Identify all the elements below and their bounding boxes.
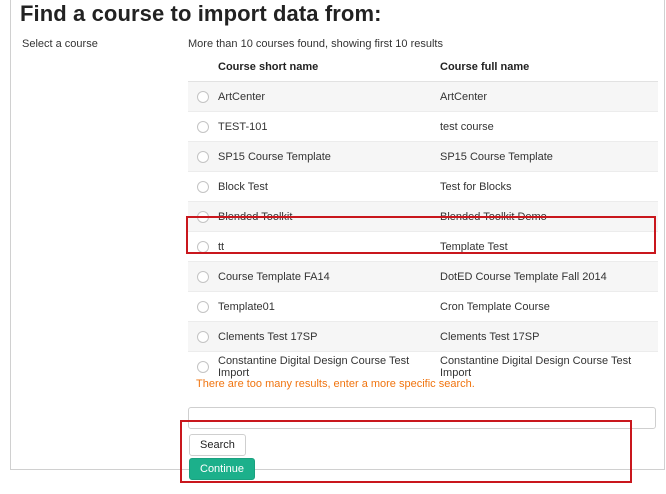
continue-button[interactable]: Continue <box>189 458 256 480</box>
course-radio-button[interactable] <box>197 360 209 373</box>
course-short-name: Template01 <box>218 291 440 322</box>
page-title: Find a course to import data from: <box>20 1 382 26</box>
course-short-name: ArtCenter <box>218 81 440 112</box>
course-radio-button[interactable] <box>197 240 209 253</box>
course-radio-button[interactable] <box>197 180 209 193</box>
course-full-name: DotED Course Template Fall 2014 <box>440 261 658 292</box>
course-short-name: Block Test <box>218 171 440 202</box>
course-full-name: test course <box>440 111 658 142</box>
search-button[interactable]: Search <box>189 434 246 456</box>
course-search-input[interactable] <box>188 407 656 429</box>
course-short-name: tt <box>218 231 440 262</box>
course-full-name: Clements Test 17SP <box>440 321 658 352</box>
course-full-name: Cron Template Course <box>440 291 658 322</box>
course-radio-button[interactable] <box>197 330 209 343</box>
course-full-name: Constantine Digital Design Course Test I… <box>440 351 658 381</box>
table-row[interactable]: Template01 Cron Template Course <box>188 291 658 322</box>
course-full-name: SP15 Course Template <box>440 141 658 172</box>
table-row[interactable]: Block Test Test for Blocks <box>188 171 658 202</box>
table-row[interactable]: ArtCenter ArtCenter <box>188 81 658 112</box>
table-row[interactable]: Constantine Digital Design Course Test I… <box>188 351 658 381</box>
course-short-name: TEST-101 <box>218 111 440 142</box>
course-radio-button[interactable] <box>197 210 209 223</box>
course-short-name: Constantine Digital Design Course Test I… <box>218 351 440 381</box>
table-row[interactable]: Blended Toolkit Blended Toolkit Demo <box>188 201 658 232</box>
course-radio-button[interactable] <box>197 270 209 283</box>
short-name-column-header: Course short name <box>218 52 440 82</box>
table-row[interactable]: SP15 Course Template SP15 Course Templat… <box>188 141 658 172</box>
course-results-table: Course short name Course full name ArtCe… <box>188 52 658 381</box>
table-header-row: Course short name Course full name <box>188 52 658 82</box>
course-short-name: Clements Test 17SP <box>218 321 440 352</box>
course-radio-button[interactable] <box>197 150 209 163</box>
results-count-note: More than 10 courses found, showing firs… <box>188 38 443 50</box>
table-row[interactable]: tt Template Test <box>188 231 658 262</box>
course-short-name: Blended Toolkit <box>218 201 440 232</box>
course-radio-button[interactable] <box>197 300 209 313</box>
course-radio-button[interactable] <box>197 90 209 103</box>
course-full-name: Template Test <box>440 231 658 262</box>
course-short-name: SP15 Course Template <box>218 141 440 172</box>
course-full-name: ArtCenter <box>440 81 658 112</box>
course-radio-button[interactable] <box>197 120 209 133</box>
course-short-name: Course Template FA14 <box>218 261 440 292</box>
table-row[interactable]: TEST-101 test course <box>188 111 658 142</box>
table-row[interactable]: Clements Test 17SP Clements Test 17SP <box>188 321 658 352</box>
radio-column-header <box>188 52 218 82</box>
table-row[interactable]: Course Template FA14 DotED Course Templa… <box>188 261 658 292</box>
course-full-name: Test for Blocks <box>440 171 658 202</box>
full-name-column-header: Course full name <box>440 52 658 82</box>
too-many-results-warning: There are too many results, enter a more… <box>196 378 475 390</box>
select-course-label: Select a course <box>22 38 98 50</box>
course-full-name: Blended Toolkit Demo <box>440 201 658 232</box>
